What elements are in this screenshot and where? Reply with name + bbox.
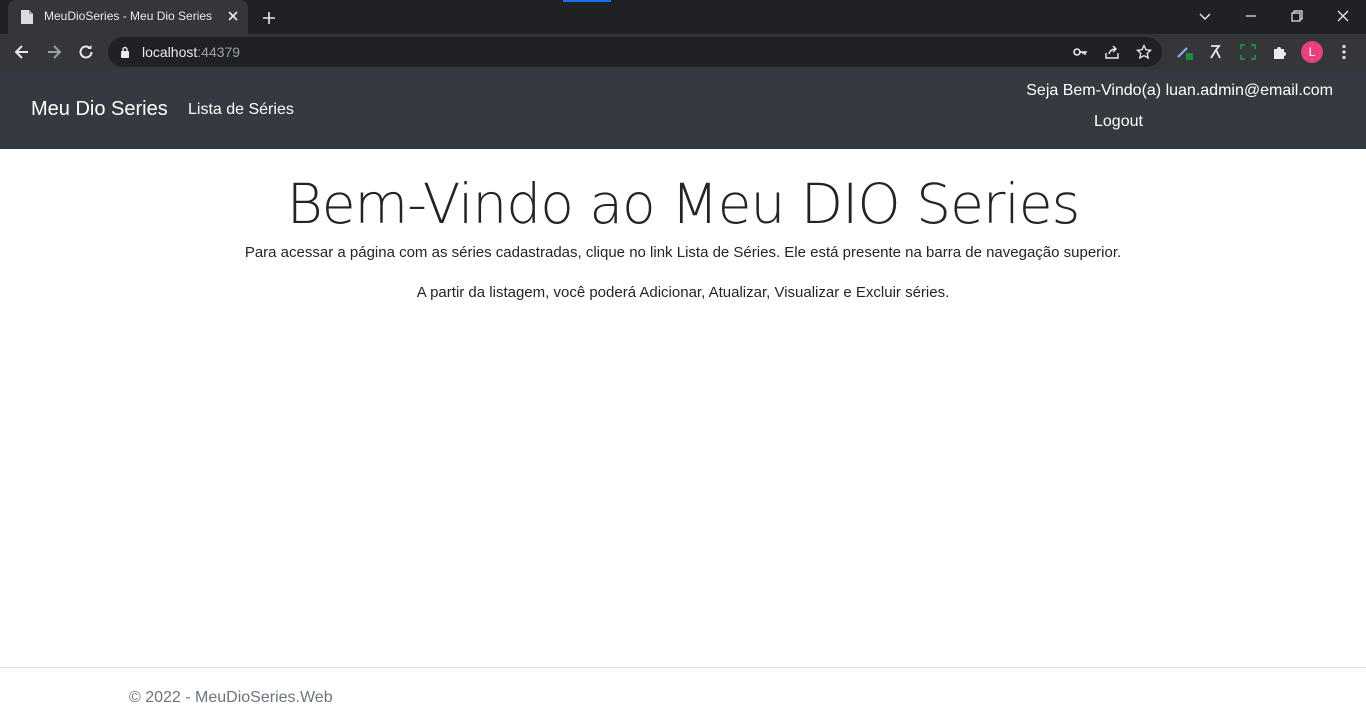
lock-icon[interactable]: [120, 46, 130, 58]
page-footer: © 2022 - MeuDioSeries.Web: [0, 667, 1366, 728]
app-navbar: Meu Dio Series Lista de Séries Seja Bem-…: [0, 70, 1366, 149]
extension-icon[interactable]: [1207, 43, 1225, 61]
close-icon[interactable]: [226, 9, 240, 23]
page-title: Bem-Vindo ao Meu DIO Series: [286, 172, 1081, 236]
page-favicon-icon: [21, 10, 33, 24]
browser-tab[interactable]: MeuDioSeries - Meu Dio Series: [8, 0, 248, 34]
kebab-menu-icon[interactable]: [1335, 43, 1353, 61]
intro-paragraph: Para acessar a página com as séries cada…: [244, 244, 1122, 261]
reload-icon[interactable]: [76, 42, 96, 62]
close-window-icon[interactable]: [1335, 8, 1351, 24]
star-icon[interactable]: [1136, 44, 1152, 60]
url-text: localhost:44379: [142, 44, 241, 60]
plus-icon[interactable]: [260, 9, 278, 27]
footer-copyright: © 2022 - MeuDioSeries.Web: [129, 689, 333, 706]
minimize-icon[interactable]: [1243, 8, 1259, 24]
tab-strip-indicator: [563, 0, 611, 2]
nav-link-series-list[interactable]: Lista de Séries: [188, 101, 294, 119]
puzzle-icon[interactable]: [1271, 43, 1289, 61]
extension-icon[interactable]: [1176, 43, 1194, 61]
address-bar[interactable]: localhost:44379: [108, 37, 1162, 67]
back-arrow-icon[interactable]: [12, 42, 32, 62]
browser-toolbar: localhost:44379 L: [0, 34, 1366, 70]
key-icon[interactable]: [1072, 44, 1088, 60]
share-icon[interactable]: [1104, 44, 1120, 60]
extension-icon[interactable]: [1239, 43, 1257, 61]
chevron-down-icon[interactable]: [1197, 8, 1213, 24]
navbar-brand[interactable]: Meu Dio Series: [31, 98, 168, 121]
restore-icon[interactable]: [1289, 8, 1305, 24]
browser-titlebar: MeuDioSeries - Meu Dio Series: [0, 0, 1366, 34]
forward-arrow-icon[interactable]: [44, 42, 64, 62]
profile-avatar[interactable]: L: [1301, 41, 1323, 63]
tab-title: MeuDioSeries - Meu Dio Series: [44, 9, 213, 23]
logout-link[interactable]: Logout: [1094, 113, 1143, 131]
welcome-message: Seja Bem-Vindo(a) luan.admin@email.com: [1026, 82, 1333, 99]
actions-paragraph: A partir da listagem, você poderá Adicio…: [416, 284, 950, 301]
